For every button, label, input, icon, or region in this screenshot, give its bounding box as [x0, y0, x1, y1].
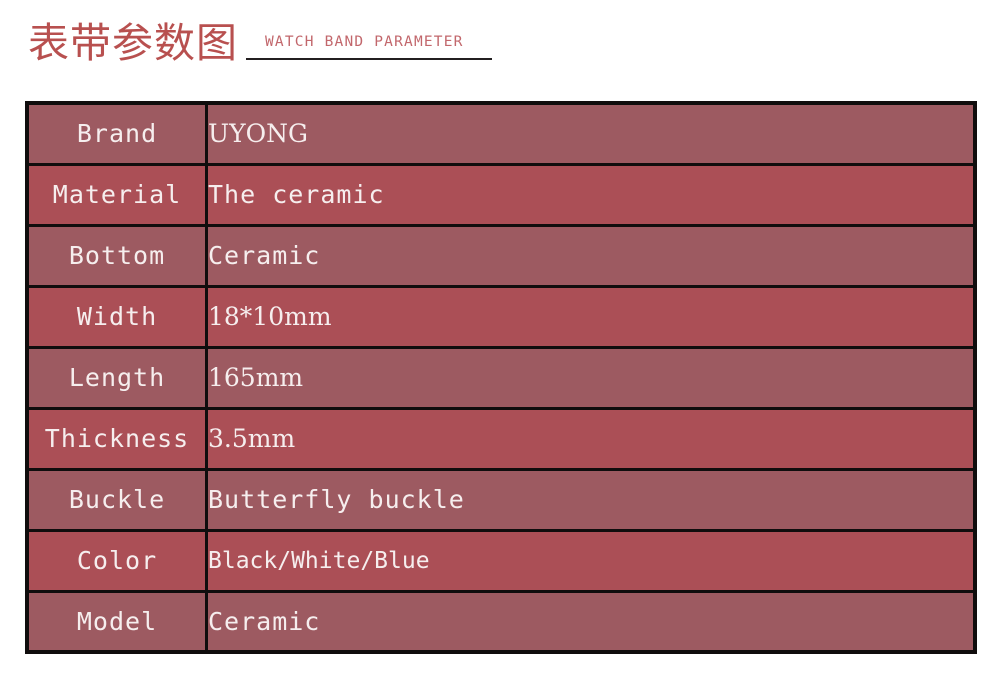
table-row: Brand UYONG [25, 101, 977, 166]
table-row: Bottom Ceramic [25, 223, 977, 288]
row-label-model: Model [25, 589, 208, 654]
row-value-length: 165mm [205, 345, 977, 410]
watch-band-parameter-table: Brand UYONG Material The ceramic Bottom … [25, 101, 977, 654]
page-title-chinese: 表带参数图 [28, 19, 238, 67]
row-value-buckle: Butterfly buckle [205, 467, 977, 532]
table-row: Length 165mm [25, 345, 977, 410]
table-row: Color Black/White/Blue [25, 528, 977, 593]
row-value-thickness: 3.5mm [205, 406, 977, 471]
row-value-color: Black/White/Blue [205, 528, 977, 593]
row-value-brand: UYONG [205, 101, 977, 166]
row-label-thickness: Thickness [25, 406, 208, 471]
table-row: Buckle Butterfly buckle [25, 467, 977, 532]
row-label-bottom: Bottom [25, 223, 208, 288]
row-value-model: Ceramic [205, 589, 977, 654]
table-row: Thickness 3.5mm [25, 406, 977, 471]
page-header: 表带参数图 WATCH BAND PARAMETER [0, 0, 1000, 96]
table-row: Material The ceramic [25, 162, 977, 227]
row-value-bottom: Ceramic [205, 223, 977, 288]
row-label-width: Width [25, 284, 208, 349]
row-label-buckle: Buckle [25, 467, 208, 532]
parameter-table-body: Brand UYONG Material The ceramic Bottom … [25, 101, 977, 654]
row-label-color: Color [25, 528, 208, 593]
title-underline-rule [246, 58, 492, 60]
row-value-material: The ceramic [205, 162, 977, 227]
row-label-length: Length [25, 345, 208, 410]
table-row: Model Ceramic [25, 589, 977, 654]
row-label-brand: Brand [25, 101, 208, 166]
row-value-width: 18*10mm [205, 284, 977, 349]
row-label-material: Material [25, 162, 208, 227]
page-title-english: WATCH BAND PARAMETER [265, 34, 464, 50]
table-row: Width 18*10mm [25, 284, 977, 349]
